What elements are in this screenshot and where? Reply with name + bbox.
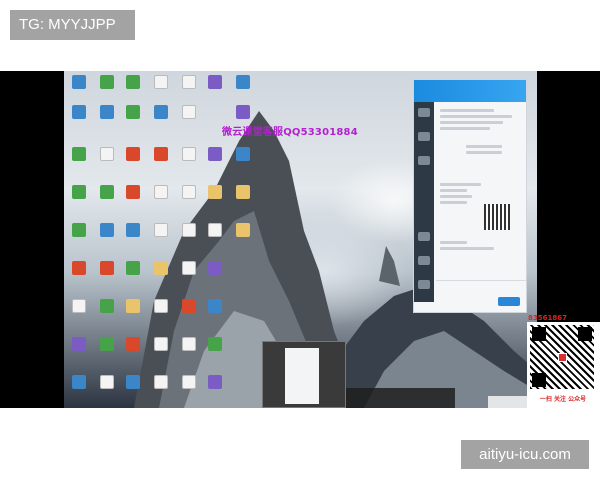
desktop-icon[interactable] bbox=[236, 223, 250, 237]
desktop-icon[interactable] bbox=[100, 185, 114, 199]
screenshot-root: TG: MYYJJPP 微云课堂客服QQ53301884 83561867 一扫… bbox=[0, 0, 600, 480]
sidebar-icon[interactable] bbox=[418, 280, 430, 289]
sidebar-icon[interactable] bbox=[418, 156, 430, 165]
desktop-icon[interactable] bbox=[154, 337, 168, 351]
taskbar-window-preview[interactable] bbox=[262, 341, 346, 408]
desktop-icon[interactable] bbox=[100, 299, 114, 313]
video-frame: 微云课堂客服QQ53301884 83561867 一扫 关注 公众号 bbox=[0, 71, 600, 408]
desktop-icon[interactable] bbox=[154, 223, 168, 237]
sidebar-icon[interactable] bbox=[418, 132, 430, 141]
desktop-icon[interactable] bbox=[72, 185, 86, 199]
sidebar-icon[interactable] bbox=[418, 108, 430, 117]
desktop-icon[interactable] bbox=[100, 75, 114, 89]
desktop-icon[interactable] bbox=[208, 185, 222, 199]
desktop-icon[interactable] bbox=[126, 185, 140, 199]
watermark-tag-top: TG: MYYJJPP bbox=[10, 10, 135, 40]
chat-message-block bbox=[436, 106, 526, 133]
desktop-icon[interactable] bbox=[100, 147, 114, 161]
chat-option-list bbox=[436, 142, 526, 157]
desktop-icon[interactable] bbox=[154, 375, 168, 389]
desktop-icon[interactable] bbox=[182, 105, 196, 119]
desktop-icon[interactable] bbox=[236, 105, 250, 119]
qr-center-logo bbox=[558, 353, 567, 362]
desktop-icon[interactable] bbox=[236, 185, 250, 199]
desktop-icon[interactable] bbox=[126, 261, 140, 275]
desktop-icon[interactable] bbox=[182, 75, 196, 89]
qr-caption: 一扫 关注 公众号 bbox=[539, 396, 587, 403]
desktop-icon[interactable] bbox=[208, 299, 222, 313]
desktop-icon[interactable] bbox=[72, 337, 86, 351]
desktop-icon[interactable] bbox=[182, 337, 196, 351]
desktop-icon[interactable] bbox=[72, 375, 86, 389]
desktop-icon[interactable] bbox=[208, 147, 222, 161]
desktop-icon[interactable] bbox=[100, 223, 114, 237]
desktop-icon[interactable] bbox=[100, 337, 114, 351]
desktop-icon[interactable] bbox=[208, 223, 222, 237]
desktop-icon[interactable] bbox=[236, 75, 250, 89]
desktop-icon[interactable] bbox=[126, 105, 140, 119]
desktop-icon[interactable] bbox=[100, 375, 114, 389]
desktop-icon[interactable] bbox=[126, 223, 140, 237]
desktop-icon[interactable] bbox=[72, 147, 86, 161]
desktop-icon[interactable] bbox=[72, 299, 86, 313]
chat-contact-card bbox=[436, 180, 526, 207]
desktop-icon[interactable] bbox=[154, 75, 168, 89]
desktop-icon[interactable] bbox=[126, 147, 140, 161]
watermark-tag-bottom: aitiyu-icu.com bbox=[461, 440, 589, 469]
desktop-icon[interactable] bbox=[154, 185, 168, 199]
desktop-icon[interactable] bbox=[126, 299, 140, 313]
desktop-icon[interactable] bbox=[72, 261, 86, 275]
sidebar-icon[interactable] bbox=[418, 256, 430, 265]
desktop-icon[interactable] bbox=[126, 375, 140, 389]
desktop-icon[interactable] bbox=[208, 75, 222, 89]
desktop-icon[interactable] bbox=[154, 147, 168, 161]
desktop-icon[interactable] bbox=[182, 261, 196, 275]
desktop-icon[interactable] bbox=[126, 75, 140, 89]
desktop-icon[interactable] bbox=[154, 299, 168, 313]
desktop-icon[interactable] bbox=[182, 147, 196, 161]
chat-window-sidebar bbox=[414, 102, 434, 302]
desktop-icon[interactable] bbox=[236, 147, 250, 161]
desktop-wallpaper: 微云课堂客服QQ53301884 bbox=[64, 71, 537, 408]
desktop-icon[interactable] bbox=[182, 185, 196, 199]
desktop-icon[interactable] bbox=[72, 105, 86, 119]
window-preview-content bbox=[285, 348, 319, 404]
chat-app-window bbox=[413, 79, 527, 313]
desktop-icon[interactable] bbox=[100, 261, 114, 275]
desktop-icon[interactable] bbox=[154, 261, 168, 275]
customer-service-overlay-text: 微云课堂客服QQ53301884 bbox=[222, 127, 358, 138]
desktop-icon[interactable] bbox=[126, 337, 140, 351]
qr-code-panel: 一扫 关注 公众号 bbox=[527, 322, 600, 408]
desktop-icon[interactable] bbox=[208, 261, 222, 275]
desktop-icon[interactable] bbox=[154, 105, 168, 119]
chat-message-block bbox=[436, 238, 526, 253]
desktop-icon[interactable] bbox=[72, 223, 86, 237]
chat-input-toolbar[interactable] bbox=[436, 280, 526, 292]
qr-phone-text: 83561867 bbox=[528, 314, 567, 322]
desktop-icon[interactable] bbox=[208, 337, 222, 351]
desktop-icon[interactable] bbox=[182, 299, 196, 313]
sidebar-icon[interactable] bbox=[418, 232, 430, 241]
desktop-icon[interactable] bbox=[182, 375, 196, 389]
desktop-icon[interactable] bbox=[182, 223, 196, 237]
desktop-icon[interactable] bbox=[208, 375, 222, 389]
desktop-icon[interactable] bbox=[72, 75, 86, 89]
qr-code-image bbox=[530, 325, 594, 389]
chat-qr-code-image bbox=[484, 204, 510, 230]
desktop-icon[interactable] bbox=[100, 105, 114, 119]
chat-window-header[interactable] bbox=[414, 80, 526, 102]
send-button[interactable] bbox=[498, 297, 520, 306]
